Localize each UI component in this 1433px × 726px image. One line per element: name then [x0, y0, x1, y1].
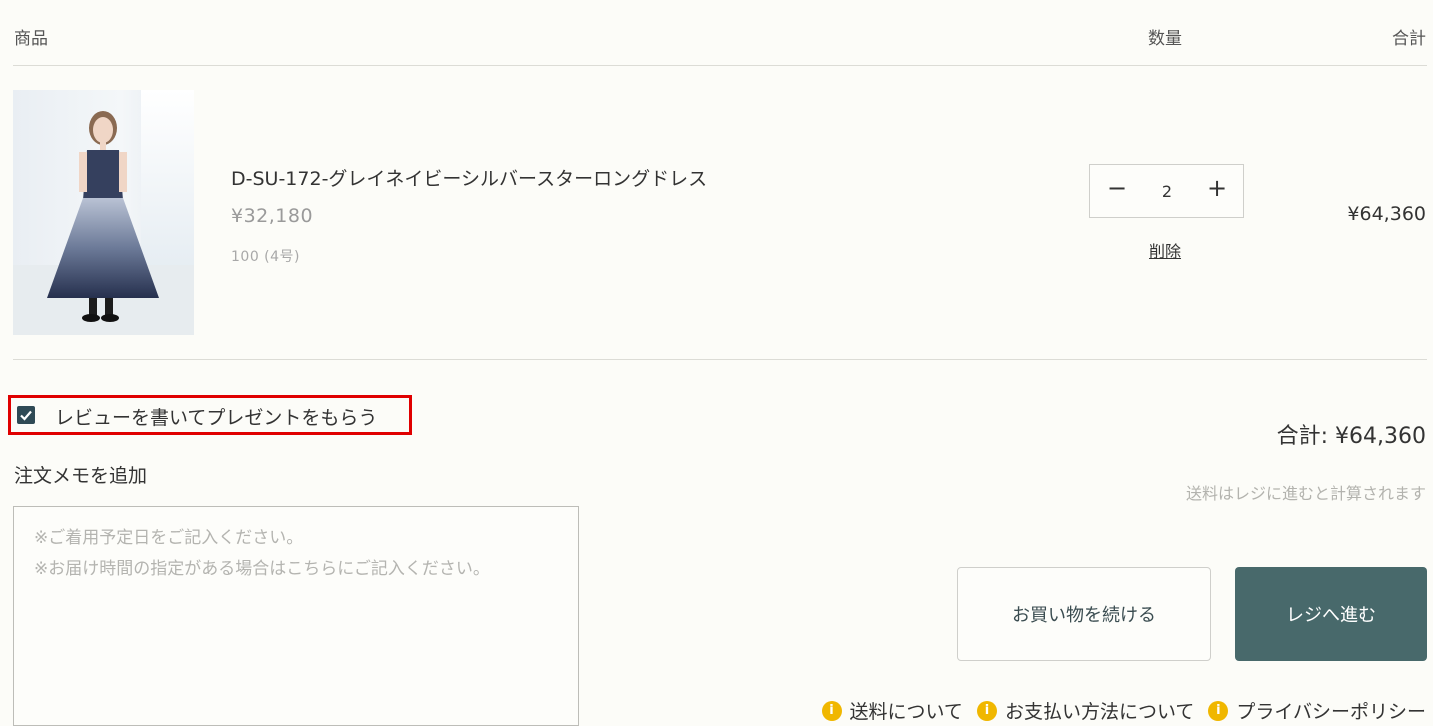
- quantity-input[interactable]: 2: [1150, 182, 1184, 201]
- product-unit-price: ¥32,180: [231, 205, 314, 227]
- quantity-decrease-button[interactable]: −: [1102, 174, 1132, 202]
- product-variant: 100 (4号): [231, 249, 301, 265]
- header-divider: [13, 65, 1427, 66]
- continue-shopping-button[interactable]: お買い物を続ける: [957, 567, 1211, 661]
- checkout-button[interactable]: レジへ進む: [1235, 567, 1427, 661]
- checkmark-icon: [20, 410, 32, 421]
- privacy-policy-label: プライバシーポリシー: [1236, 701, 1426, 723]
- info-icon: i: [1208, 700, 1229, 721]
- privacy-policy-link[interactable]: i プライバシーポリシー: [1208, 697, 1426, 724]
- payment-info-link[interactable]: i お支払い方法について: [976, 697, 1195, 724]
- review-highlight-box: レビューを書いてプレゼントをもらう: [8, 395, 412, 435]
- shipping-info-link[interactable]: i 送料について: [821, 697, 963, 724]
- product-name[interactable]: D-SU-172-グレイネイビーシルバースターロングドレス: [231, 164, 707, 191]
- item-divider: [13, 359, 1427, 360]
- cart-subtotal: 合計: ¥64,360: [1276, 424, 1426, 449]
- review-checkbox[interactable]: [17, 406, 35, 424]
- dress-illustration: [47, 111, 159, 322]
- order-note-label: 注文メモを追加: [14, 465, 148, 487]
- shipping-info-label: 送料について: [849, 701, 963, 723]
- quantity-stepper: − 2 +: [1089, 164, 1244, 218]
- shipping-note: 送料はレジに進むと計算されます: [1185, 484, 1426, 503]
- cart-header-quantity: 数量: [1148, 29, 1182, 49]
- info-icon: i: [821, 700, 842, 721]
- line-total: ¥64,360: [1347, 203, 1426, 225]
- product-image[interactable]: [13, 90, 194, 335]
- cart-header-total: 合計: [1392, 29, 1426, 49]
- payment-info-label: お支払い方法について: [1004, 701, 1195, 723]
- remove-item-link[interactable]: 削除: [1149, 238, 1181, 262]
- quantity-increase-button[interactable]: +: [1202, 174, 1232, 202]
- footer-links: i 送料について i お支払い方法について i プライバシーポリシー: [821, 697, 1426, 724]
- review-checkbox-label[interactable]: レビューを書いてプレゼントをもらう: [55, 403, 377, 430]
- order-note-textarea[interactable]: [13, 506, 579, 726]
- cart-header-product: 商品: [14, 29, 48, 49]
- info-icon: i: [976, 700, 997, 721]
